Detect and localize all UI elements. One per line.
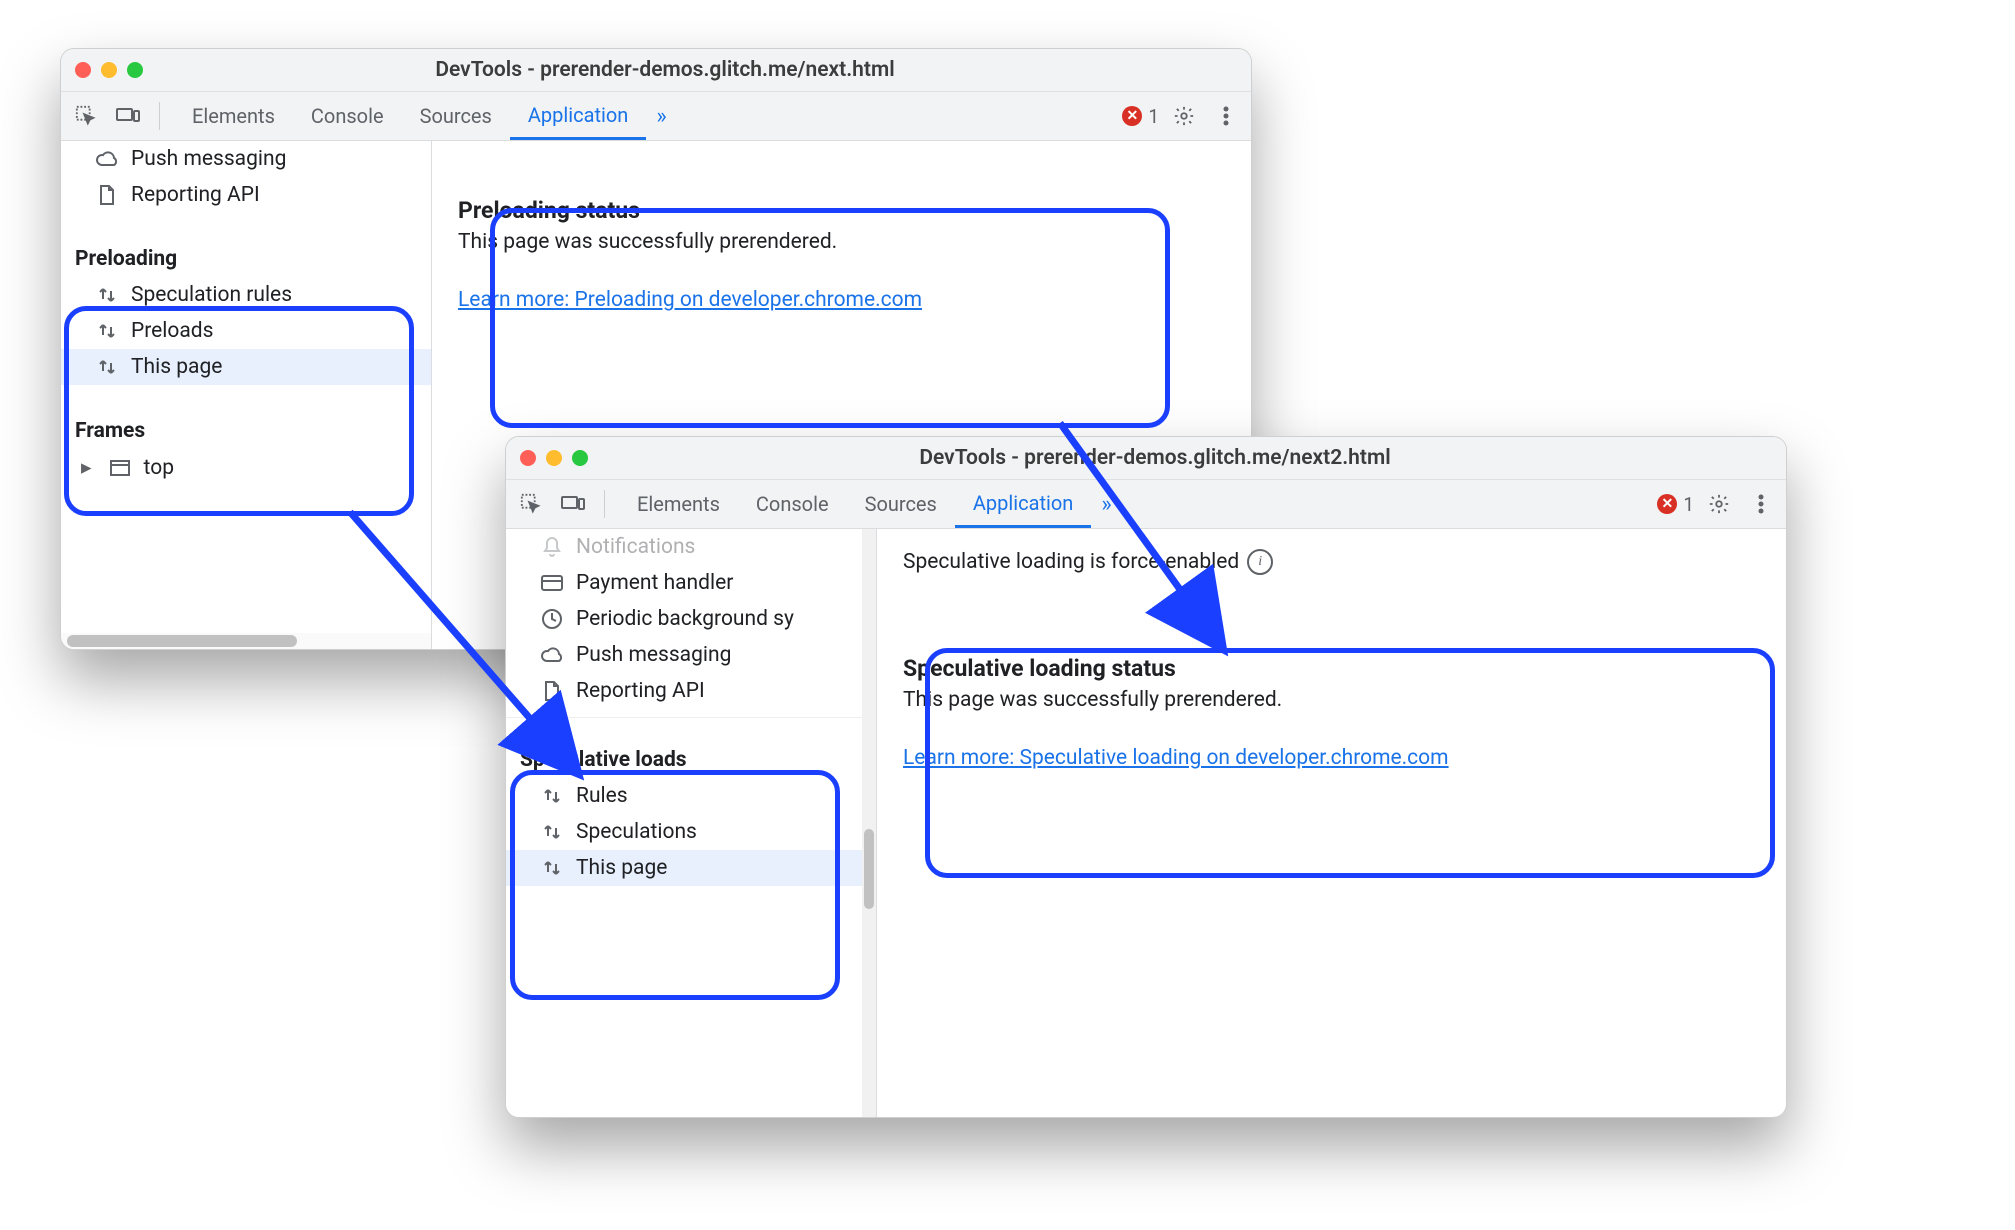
device-toolbar-icon[interactable] (111, 99, 145, 133)
error-counter[interactable]: ✕ 1 (1657, 493, 1694, 516)
sidebar-item-frame-top[interactable]: ▸ top (61, 449, 431, 486)
devtools-toolbar: Elements Console Sources Application » ✕… (61, 92, 1251, 141)
more-tabs-button[interactable]: » (1091, 480, 1121, 528)
settings-button[interactable] (1167, 99, 1201, 133)
force-enabled-notice: Speculative loading is force-enabled i (903, 549, 1760, 575)
more-tabs-button[interactable]: » (646, 92, 676, 140)
application-sidebar: Push messaging Reporting API Preloading … (61, 141, 432, 649)
updown-icon (540, 820, 564, 844)
minimize-window-button[interactable] (546, 450, 562, 466)
learn-more-link[interactable]: Learn more: Speculative loading on devel… (903, 746, 1449, 770)
tab-elements[interactable]: Elements (174, 92, 293, 140)
updown-icon (95, 319, 119, 343)
sidebar-section-frames: Frames (61, 411, 431, 449)
sidebar-item-speculation-rules[interactable]: Speculation rules (61, 277, 431, 313)
window-title: DevTools - prerender-demos.glitch.me/nex… (153, 58, 1177, 82)
zoom-window-button[interactable] (127, 62, 143, 78)
sidebar-item-push-messaging[interactable]: Push messaging (506, 637, 876, 673)
tab-sources[interactable]: Sources (402, 92, 510, 140)
learn-more-link[interactable]: Learn more: Preloading on developer.chro… (458, 288, 922, 312)
kebab-menu-button[interactable] (1744, 487, 1778, 521)
cloud-icon (95, 147, 119, 171)
updown-icon (95, 283, 119, 307)
updown-icon (95, 355, 119, 379)
devtools-toolbar: Elements Console Sources Application » ✕… (506, 480, 1786, 529)
close-window-button[interactable] (520, 450, 536, 466)
tab-application[interactable]: Application (510, 92, 646, 140)
sidebar-item-periodic-background-sync[interactable]: Periodic background sy (506, 601, 876, 637)
info-icon[interactable]: i (1247, 549, 1273, 575)
close-window-button[interactable] (75, 62, 91, 78)
tab-console[interactable]: Console (738, 480, 847, 528)
sidebar-item-this-page[interactable]: This page (61, 349, 431, 385)
application-sidebar: Notifications Payment handler Periodic b… (506, 529, 877, 1117)
status-message: This page was successfully prerendered. (458, 230, 1225, 254)
sidebar-item-reporting-api[interactable]: Reporting API (61, 177, 431, 213)
file-icon (540, 679, 564, 703)
cloud-icon (540, 643, 564, 667)
status-message: This page was successfully prerendered. (903, 688, 1760, 712)
sidebar-item-notifications[interactable]: Notifications (506, 529, 876, 565)
titlebar: DevTools - prerender-demos.glitch.me/nex… (506, 437, 1786, 480)
sidebar-section-preloading: Preloading (61, 239, 431, 277)
status-title: Preloading status (458, 197, 1225, 224)
tab-application[interactable]: Application (955, 480, 1091, 528)
kebab-menu-button[interactable] (1209, 99, 1243, 133)
minimize-window-button[interactable] (101, 62, 117, 78)
sidebar-item-rules[interactable]: Rules (506, 778, 876, 814)
tab-elements[interactable]: Elements (619, 480, 738, 528)
titlebar: DevTools - prerender-demos.glitch.me/nex… (61, 49, 1251, 92)
error-icon: ✕ (1122, 106, 1142, 126)
sidebar-item-push-messaging[interactable]: Push messaging (61, 141, 431, 177)
sidebar-item-speculations[interactable]: Speculations (506, 814, 876, 850)
card-icon (540, 571, 564, 595)
panel-tabs: Elements Console Sources Application » (174, 92, 677, 140)
sidebar-item-reporting-api[interactable]: Reporting API (506, 673, 876, 709)
error-counter[interactable]: ✕ 1 (1122, 105, 1159, 128)
error-icon: ✕ (1657, 494, 1677, 514)
device-toolbar-icon[interactable] (556, 487, 590, 521)
tab-console[interactable]: Console (293, 92, 402, 140)
updown-icon (540, 856, 564, 880)
frame-icon (108, 456, 132, 480)
devtools-window-2: DevTools - prerender-demos.glitch.me/nex… (505, 436, 1787, 1118)
tab-sources[interactable]: Sources (847, 480, 955, 528)
sidebar-item-this-page[interactable]: This page (506, 850, 876, 886)
settings-button[interactable] (1702, 487, 1736, 521)
sidebar-item-payment-handler[interactable]: Payment handler (506, 565, 876, 601)
zoom-window-button[interactable] (572, 450, 588, 466)
sidebar-item-preloads[interactable]: Preloads (61, 313, 431, 349)
sidebar-section-speculative-loads: Speculative loads (506, 740, 876, 778)
file-icon (95, 183, 119, 207)
clock-icon (540, 607, 564, 631)
panel-tabs: Elements Console Sources Application » (619, 480, 1122, 528)
bell-icon (540, 535, 564, 559)
window-title: DevTools - prerender-demos.glitch.me/nex… (598, 446, 1712, 470)
inspect-element-icon[interactable] (69, 99, 103, 133)
sidebar-scrollbar[interactable] (862, 529, 876, 1117)
inspect-element-icon[interactable] (514, 487, 548, 521)
speculative-loading-panel: Speculative loading is force-enabled i S… (877, 529, 1786, 1117)
updown-icon (540, 784, 564, 808)
status-title: Speculative loading status (903, 655, 1760, 682)
sidebar-scrollbar[interactable] (61, 633, 431, 649)
